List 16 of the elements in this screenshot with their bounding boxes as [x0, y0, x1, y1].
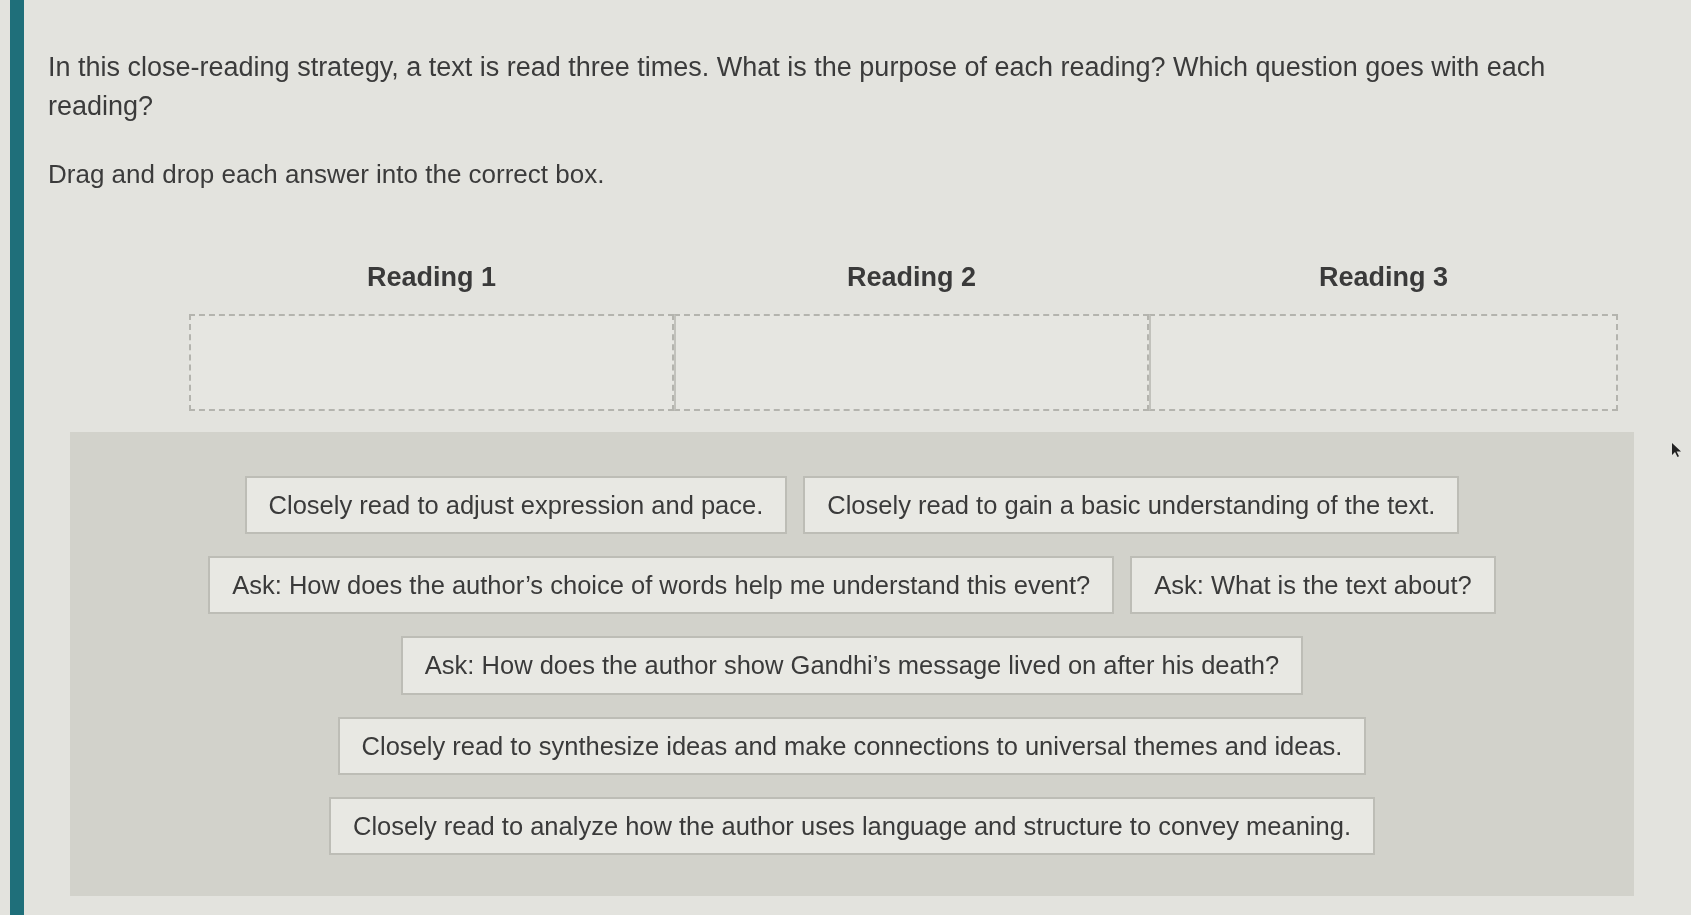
column-heading: Reading 3: [1318, 261, 1449, 295]
drop-zone[interactable]: [1149, 313, 1618, 411]
instruction-text: Drag and drop each answer into the correct box.: [48, 158, 606, 192]
answer-tile[interactable]: Ask: How does the author’s choice of words help me understand this event?: [208, 556, 1115, 615]
column-heading: Reading 1: [366, 261, 497, 295]
answer-tile[interactable]: Closely read to adjust expression and pace.: [244, 475, 788, 535]
answer-tile[interactable]: Closely read to synthesize ideas and make connections to universal themes and ideas.: [337, 716, 1367, 775]
answer-tile[interactable]: Closely read to gain a basic understanding of the text.: [803, 475, 1460, 535]
answer-tile[interactable]: Ask: What is the text about?: [1130, 556, 1496, 615]
question-text: In this close-reading strategy, a text is read three times. What is the purpose of each reading? Which question goes with each reading?: [48, 51, 1547, 124]
cursor-icon: [1672, 443, 1682, 457]
drop-zone[interactable]: [674, 313, 1149, 411]
column-heading: Reading 2: [846, 261, 977, 295]
answer-tile[interactable]: Ask: How does the author show Gandhi’s message lived on after his death?: [400, 636, 1304, 695]
drop-zone[interactable]: [189, 313, 674, 411]
answer-tile[interactable]: Closely read to analyze how the author uses language and structure to convey meaning.: [329, 796, 1375, 856]
